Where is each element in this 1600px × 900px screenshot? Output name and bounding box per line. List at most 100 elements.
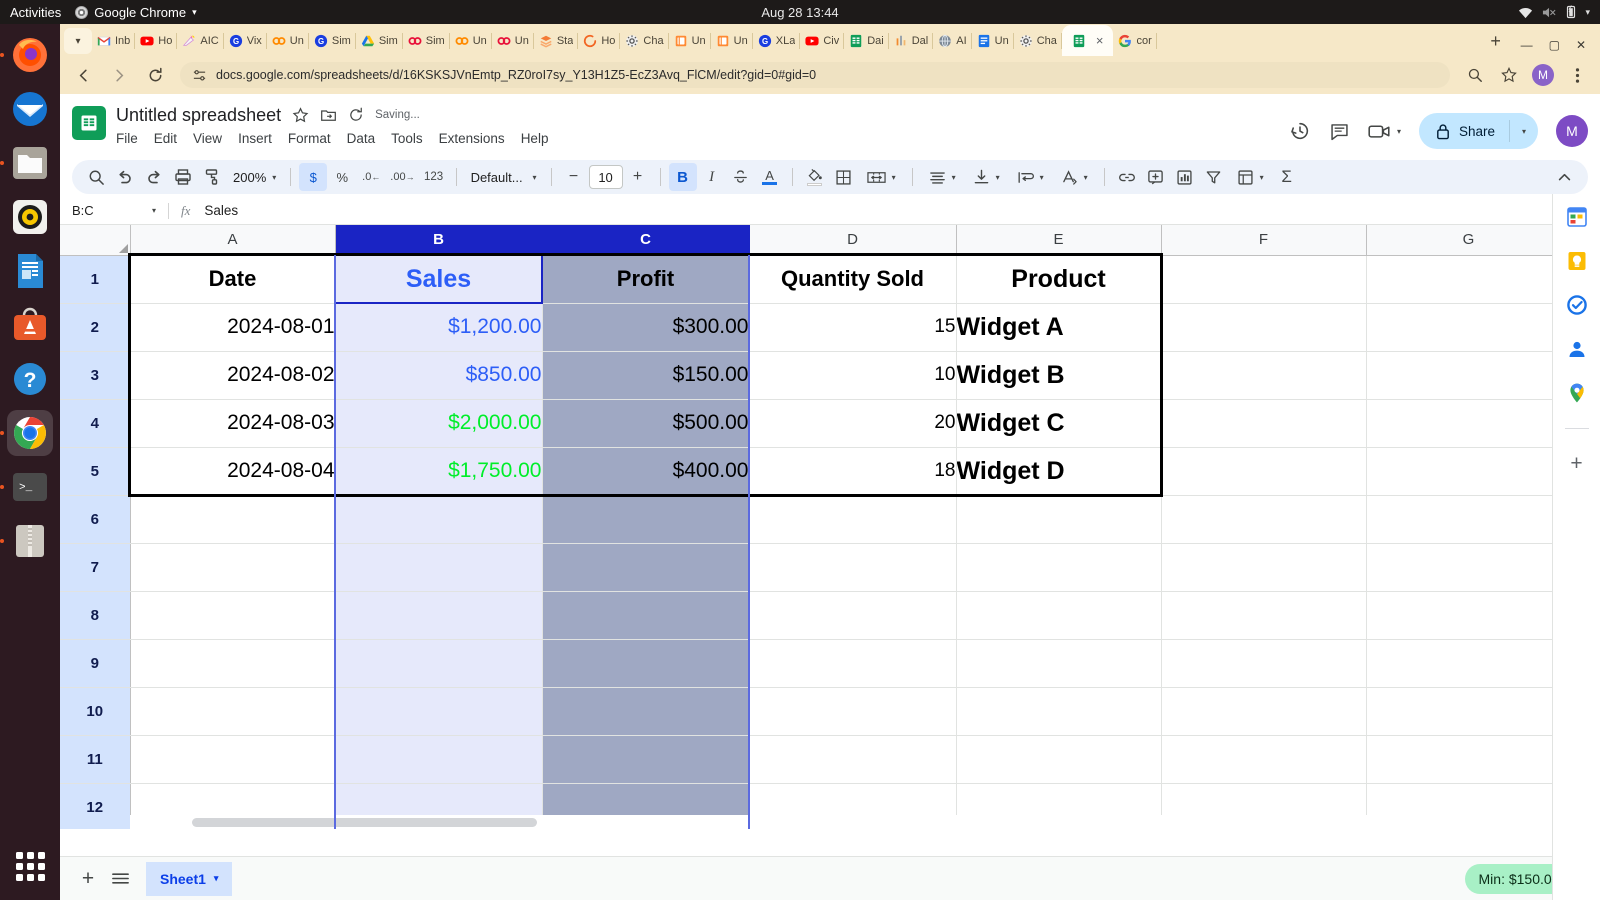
menu-item-format[interactable]: Format — [288, 131, 331, 146]
cell-C7[interactable] — [542, 543, 750, 592]
browser-tab[interactable]: Cha — [620, 26, 669, 56]
currency-format-button[interactable]: $ — [299, 163, 328, 191]
menu-item-extensions[interactable]: Extensions — [439, 131, 505, 146]
menu-item-tools[interactable]: Tools — [391, 131, 423, 146]
browser-tab[interactable]: Un — [972, 26, 1014, 56]
cell-B10[interactable] — [335, 687, 543, 736]
cell-E11[interactable] — [956, 735, 1162, 784]
cell-B8[interactable] — [335, 591, 543, 640]
browser-tab[interactable]: Un — [450, 26, 492, 56]
cell-D8[interactable] — [749, 591, 957, 640]
address-bar[interactable]: docs.google.com/spreadsheets/d/16KSKSJVn… — [180, 62, 1450, 88]
reload-button[interactable] — [144, 64, 166, 86]
vertical-align-icon[interactable]: ▾ — [965, 163, 1008, 191]
horizontal-scrollbar[interactable] — [130, 815, 1510, 829]
row-header-9[interactable]: 9 — [60, 639, 131, 688]
cell-B7[interactable] — [335, 543, 543, 592]
cell-C6[interactable] — [542, 495, 750, 544]
menu-item-insert[interactable]: Insert — [238, 131, 272, 146]
dock-item-firefox[interactable] — [7, 32, 53, 78]
increase-font-size-button[interactable]: + — [624, 163, 652, 191]
version-history-icon[interactable] — [348, 107, 364, 123]
contacts-icon[interactable] — [1564, 336, 1590, 362]
name-box[interactable]: B:C ▾ — [72, 203, 164, 218]
maximize-button[interactable]: ▢ — [1549, 38, 1560, 52]
cell-G5[interactable] — [1366, 447, 1572, 496]
cell-B5[interactable]: $1,750.00 — [335, 447, 543, 496]
menu-item-view[interactable]: View — [193, 131, 222, 146]
chrome-menu-icon[interactable] — [1566, 64, 1588, 86]
cell-A11[interactable] — [130, 735, 336, 784]
pivot-icon[interactable]: ▾ — [1229, 163, 1272, 191]
browser-tab[interactable]: Un — [669, 26, 711, 56]
italic-button[interactable]: I — [698, 163, 726, 191]
cell-B4[interactable]: $2,000.00 — [335, 399, 543, 448]
cell-D9[interactable] — [749, 639, 957, 688]
row-header-8[interactable]: 8 — [60, 591, 131, 640]
browser-tab-active[interactable]: × — [1061, 25, 1114, 56]
browser-tab[interactable]: AI — [933, 26, 972, 56]
cell-F2[interactable] — [1161, 303, 1367, 352]
cell-F11[interactable] — [1161, 735, 1367, 784]
row-header-4[interactable]: 4 — [60, 399, 131, 448]
cell-A10[interactable] — [130, 687, 336, 736]
cell-C3[interactable]: $150.00 — [542, 351, 750, 400]
cell-A1[interactable]: Date — [130, 255, 336, 304]
cell-A6[interactable] — [130, 495, 336, 544]
decrease-decimal-button[interactable]: .0 ← — [357, 163, 385, 191]
cell-C9[interactable] — [542, 639, 750, 688]
column-header-G[interactable]: G — [1366, 225, 1572, 256]
cell-A7[interactable] — [130, 543, 336, 592]
maps-icon[interactable] — [1564, 380, 1590, 406]
calendar-icon[interactable] — [1564, 204, 1590, 230]
filter-icon[interactable] — [1200, 163, 1228, 191]
row-header-3[interactable]: 3 — [60, 351, 131, 400]
dock-item-archive-manager[interactable] — [7, 518, 53, 564]
system-clock[interactable]: Aug 28 13:44 — [0, 5, 1600, 20]
browser-tab[interactable]: cor — [1113, 26, 1157, 56]
row-header-12[interactable]: 12 — [60, 783, 131, 829]
cell-E10[interactable] — [956, 687, 1162, 736]
percent-format-button[interactable]: % — [328, 163, 356, 191]
add-apps-icon[interactable]: + — [1564, 451, 1590, 477]
bold-button[interactable]: B — [668, 163, 697, 191]
cell-E9[interactable] — [956, 639, 1162, 688]
dock-item-files[interactable] — [7, 140, 53, 186]
insert-comment-icon[interactable] — [1142, 163, 1170, 191]
dock-item-terminal[interactable]: >_ — [7, 464, 53, 510]
browser-tab[interactable]: Sim — [356, 26, 403, 56]
menu-item-file[interactable]: File — [116, 131, 138, 146]
show-applications-button[interactable] — [10, 846, 50, 886]
cell-F3[interactable] — [1161, 351, 1367, 400]
cell-C2[interactable]: $300.00 — [542, 303, 750, 352]
dock-item-thunderbird[interactable] — [7, 86, 53, 132]
text-color-button[interactable]: A — [756, 163, 784, 191]
cell-G9[interactable] — [1366, 639, 1572, 688]
horizontal-scroll-thumb[interactable] — [192, 818, 537, 827]
cell-A4[interactable]: 2024-08-03 — [130, 399, 336, 448]
cell-B3[interactable]: $850.00 — [335, 351, 543, 400]
cell-C11[interactable] — [542, 735, 750, 784]
dock-item-rhythmbox[interactable] — [7, 194, 53, 240]
number-format-button[interactable]: 123 — [420, 163, 448, 191]
row-header-7[interactable]: 7 — [60, 543, 131, 592]
cell-G1[interactable] — [1366, 255, 1572, 304]
browser-tab[interactable]: Ho — [135, 26, 178, 56]
comment-icon[interactable] — [1329, 121, 1350, 142]
cell-C4[interactable]: $500.00 — [542, 399, 750, 448]
browser-tab[interactable]: Cha — [1014, 26, 1062, 56]
browser-tab[interactable]: Sim — [403, 26, 450, 56]
paint-format-icon[interactable] — [198, 163, 226, 191]
dock-item-help[interactable]: ? — [7, 356, 53, 402]
menu-item-help[interactable]: Help — [521, 131, 549, 146]
row-header-5[interactable]: 5 — [60, 447, 131, 496]
cell-E7[interactable] — [956, 543, 1162, 592]
cell-G10[interactable] — [1366, 687, 1572, 736]
zoom-select[interactable]: 200% ▾ — [227, 163, 282, 191]
window-controls[interactable]: — ▢ ✕ — [1509, 38, 1600, 56]
browser-tab[interactable]: Dal — [889, 26, 934, 56]
cell-B6[interactable] — [335, 495, 543, 544]
share-button[interactable]: Share ▾ — [1418, 113, 1538, 149]
cell-G2[interactable] — [1366, 303, 1572, 352]
browser-tab[interactable]: AIC — [177, 26, 224, 56]
